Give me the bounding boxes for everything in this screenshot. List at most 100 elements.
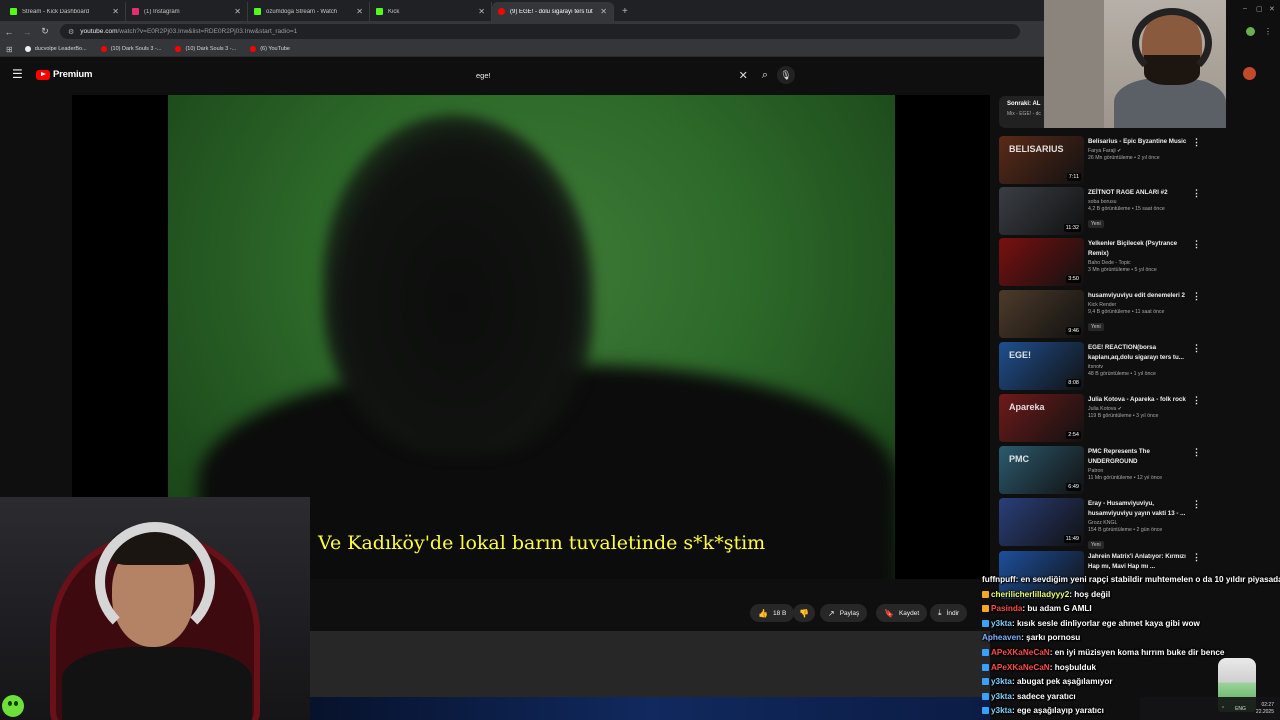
video-title[interactable]: Belisarius - Epic Byzantine Music (1088, 137, 1188, 147)
chat-username[interactable]: y3kta (991, 619, 1012, 628)
channel-name[interactable]: Baho Dede - Topic (1088, 260, 1188, 266)
description-box[interactable] (310, 631, 990, 697)
channel-name[interactable]: Grozz KNGL (1088, 520, 1188, 526)
recommendation-item[interactable]: 11:32 ZEİTNOT RAGE ANLARI #2 soba borusu 4,… (999, 187, 1204, 235)
chat-username[interactable]: APeXKaNeCaN (991, 648, 1050, 657)
tab-youtube-active[interactable]: (9) EGE! - dolu sigarayı ters tut ✕ (492, 2, 614, 21)
channel-name[interactable]: Julia Kotova ✔ (1088, 406, 1188, 412)
video-thumbnail[interactable]: 3:50 (999, 238, 1084, 286)
microphone-icon[interactable]: 🎙 (777, 66, 795, 84)
video-title[interactable]: Eray - Husamviyuviyu, husamviyuviyu yayı… (1088, 499, 1188, 519)
channel-name[interactable]: Patron (1088, 468, 1188, 474)
frog-emote-icon (2, 695, 24, 717)
video-thumbnail[interactable]: 11:49 (999, 498, 1084, 546)
extension-icon[interactable] (1246, 27, 1255, 36)
youtube-icon (498, 8, 505, 15)
back-arrow-icon[interactable]: ← (0, 27, 18, 37)
recommendation-item[interactable]: EGE! 8:08 EGE! REACTION(borsa kaplanı,aq,d… (999, 342, 1204, 390)
video-thumbnail[interactable]: EGE! 8:08 (999, 342, 1084, 390)
tab-instagram[interactable]: (1) Instagram ✕ (126, 2, 248, 21)
duration-badge: 2:54 (1066, 431, 1081, 439)
menu-dots-icon[interactable]: ⋮ (1264, 27, 1273, 36)
more-options-icon[interactable]: ⋮ (1192, 499, 1201, 510)
more-options-icon[interactable]: ⋮ (1192, 188, 1201, 199)
more-options-icon[interactable]: ⋮ (1192, 239, 1201, 250)
tab-title: (1) Instagram (144, 8, 180, 15)
search-input[interactable]: ege! (476, 71, 739, 80)
dislike-button[interactable]: 👎 (793, 604, 815, 622)
chat-username[interactable]: y3kta (991, 692, 1012, 701)
chat-username[interactable]: cherilicherlilladyyy2 (991, 590, 1069, 599)
apps-grid-icon[interactable]: ⊞ (6, 45, 13, 54)
tab-kick[interactable]: Kick ✕ (370, 2, 492, 21)
recommendation-item[interactable]: Apareka 2:54 Julia Kotova - Apareka - folk… (999, 394, 1204, 442)
share-button[interactable]: ↗ Paylaş (820, 604, 868, 622)
bookmark-item[interactable]: (10) Dark Souls 3 -... (175, 46, 236, 52)
more-options-icon[interactable]: ⋮ (1192, 447, 1201, 458)
video-thumbnail[interactable]: 9:46 (999, 290, 1084, 338)
video-meta: Yelkenler Biçilecek (Psytrance Remix) Bah… (1088, 239, 1188, 273)
chat-username[interactable]: Apheaven (982, 633, 1021, 642)
url-input[interactable]: ⚙ youtube.com/watch?v=E0R2Pj03.Inw&list=… (60, 24, 1020, 39)
recommendation-item[interactable]: BELISARIUS 7:11 Belisarius - Epic Byzantin… (999, 136, 1204, 184)
download-button[interactable]: ⤓ İndir (930, 604, 968, 622)
recommendation-item[interactable]: 3:50 Yelkenler Biçilecek (Psytrance Remix… (999, 238, 1204, 286)
video-thumbnail[interactable]: PMC 6:49 (999, 446, 1084, 494)
video-title[interactable]: EGE! REACTION(borsa kaplanı,aq,dolu siga… (1088, 343, 1188, 363)
chat-username[interactable]: Pasinda (991, 604, 1022, 613)
recommendation-item[interactable]: PMC 6:49 PMC Represents The UNDERGROUND Pat… (999, 446, 1204, 494)
channel-name[interactable]: Farya Faraji ✔ (1088, 148, 1188, 154)
close-tab-icon[interactable]: ✕ (478, 7, 485, 16)
avatar[interactable] (1243, 67, 1256, 80)
video-thumbnail[interactable]: Apareka 2:54 (999, 394, 1084, 442)
video-title[interactable]: Julia Kotova - Apareka - folk rock (1088, 395, 1188, 405)
save-button[interactable]: 🔖 Kaydet (876, 604, 928, 622)
video-title[interactable]: Yelkenler Biçilecek (Psytrance Remix) (1088, 239, 1188, 259)
menu-icon[interactable]: ☰ (12, 67, 23, 81)
more-options-icon[interactable]: ⋮ (1192, 137, 1201, 148)
bookmark-item[interactable]: (10) Dark Souls 3 -... (100, 46, 161, 52)
video-title[interactable]: ZEİTNOT RAGE ANLARI #2 (1088, 188, 1188, 198)
site-info-icon[interactable]: ⚙ (68, 28, 74, 36)
bookmark-item[interactable]: ducvolpe LeaderBo... (24, 46, 87, 52)
recommendation-item[interactable]: 11:49 Eray - Husamviyuviyu, husamviyuviyu… (999, 498, 1204, 549)
video-title[interactable]: husamviyuviyu edit denemeleri 2 (1088, 291, 1188, 301)
reload-icon[interactable]: ↻ (36, 26, 54, 37)
up-next-card[interactable]: Sonraki: AL Mix - EGE! - dc (999, 96, 1049, 128)
video-title[interactable]: PMC Represents The UNDERGROUND (1088, 447, 1188, 467)
recommendation-item[interactable]: 9:46 husamviyuviyu edit denemeleri 2 Kick … (999, 290, 1204, 338)
more-options-icon[interactable]: ⋮ (1192, 291, 1201, 302)
channel-name[interactable]: Kick Render (1088, 302, 1188, 308)
close-tab-icon[interactable]: ✕ (112, 7, 119, 16)
more-options-icon[interactable]: ⋮ (1192, 395, 1201, 406)
minimize-icon[interactable]: – (1243, 5, 1247, 12)
chat-username[interactable]: APeXKaNeCaN (991, 663, 1050, 672)
close-tab-icon[interactable]: ✕ (600, 7, 607, 16)
video-thumbnail[interactable]: 11:32 (999, 187, 1084, 235)
close-tab-icon[interactable]: ✕ (356, 7, 363, 16)
more-options-icon[interactable]: ⋮ (1192, 552, 1201, 563)
like-button[interactable]: 👍 18 B (750, 604, 795, 622)
bookmark-item[interactable]: (6) YouTube (250, 46, 290, 52)
search-box[interactable]: ege! ✕ ⌕ (468, 64, 768, 86)
channel-name[interactable]: soba borusu (1088, 199, 1188, 205)
close-tab-icon[interactable]: ✕ (234, 7, 241, 16)
video-title[interactable]: Jahrein Matrix'i Anlatıyor: Kırmızı Hap … (1088, 552, 1188, 572)
maximize-icon[interactable]: ▢ (1256, 5, 1263, 13)
tab-kick-dashboard[interactable]: Stream - Kick Dashboard ✕ (4, 2, 126, 21)
tab-ozumdoga-stream[interactable]: ozumdoga Stream - Watch ✕ (248, 2, 370, 21)
forward-arrow-icon[interactable]: → (18, 27, 36, 37)
video-thumbnail[interactable]: BELISARIUS 7:11 (999, 136, 1084, 184)
chat-username[interactable]: y3kta (991, 706, 1012, 715)
close-window-icon[interactable]: ✕ (1269, 5, 1275, 13)
chat-username[interactable]: y3kta (991, 677, 1012, 686)
clear-search-icon[interactable]: ✕ (739, 69, 748, 82)
chat-username[interactable]: fuffnpuff (982, 575, 1016, 584)
search-icon[interactable]: ⌕ (762, 69, 768, 82)
new-tab-button[interactable]: + (614, 2, 636, 21)
more-options-icon[interactable]: ⋮ (1192, 343, 1201, 354)
view-stats: 119 B görüntüleme • 3 yıl önce (1088, 413, 1159, 419)
new-badge: Yeni (1088, 323, 1104, 331)
youtube-logo[interactable]: Premium (36, 69, 92, 80)
channel-name[interactable]: itsnotv (1088, 364, 1188, 370)
